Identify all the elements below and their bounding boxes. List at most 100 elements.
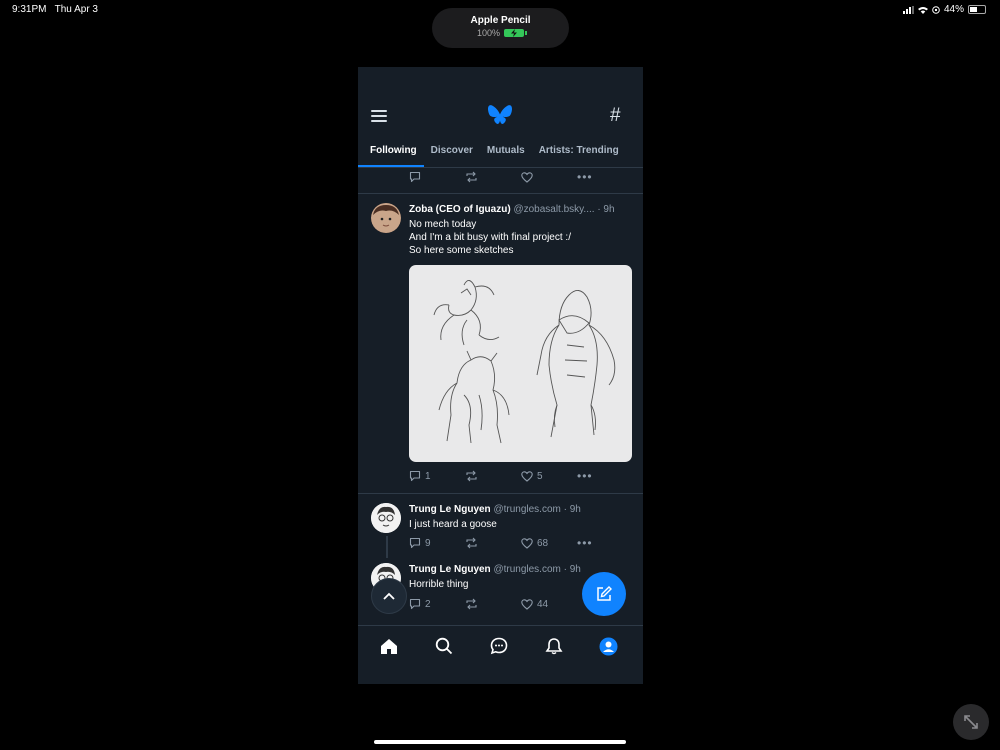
menu-icon[interactable] [371,110,387,123]
battery-icon [968,5,986,14]
bell-icon [545,638,563,655]
reply-icon [409,537,421,549]
thread-line [386,536,388,558]
repost-icon [466,470,477,482]
post-header: Trung Le Nguyen @trungles.com · 9h [409,564,581,575]
repost-icon [466,537,477,549]
prev-post-actions: ••• [409,170,599,184]
author-name[interactable]: Trung Le Nguyen [409,564,491,575]
post-text: I just heard a goose [409,518,497,531]
bluesky-app-window: # Following Discover Mutuals Artists: Tr… [358,67,643,684]
status-time: 9:31PM Thu Apr 3 [12,4,98,15]
reply-button[interactable]: 9 [409,537,465,549]
post-text-line: And I'm a bit busy with final project :/ [409,232,571,243]
sketch-drawing [433,280,616,444]
compose-button[interactable] [582,572,626,616]
like-button[interactable] [521,171,577,183]
pencil-name: Apple Pencil [470,15,531,26]
post-header: Zoba (CEO of Iguazu) @zobasalt.bsky.... … [409,204,615,215]
like-count: 5 [537,470,543,482]
repost-button[interactable] [465,470,521,482]
battery-percent: 44% [943,4,964,15]
pencil-battery-notification: Apple Pencil 100% [432,8,569,48]
like-count: 68 [537,537,549,549]
heart-icon [521,598,533,610]
reply-button[interactable]: 2 [409,598,465,610]
compose-icon [597,586,612,601]
repost-button[interactable] [465,537,521,549]
tab-mutuals[interactable]: Mutuals [480,143,532,167]
orientation-lock-icon [932,5,940,14]
author-handle[interactable]: @trungles.com [493,564,560,575]
author-handle[interactable]: @trungles.com [493,504,560,515]
post-divider [358,193,643,194]
tab-following[interactable]: Following [358,143,424,167]
hash-icon[interactable]: # [610,105,621,127]
home-icon [381,638,397,654]
avatar[interactable] [371,203,401,233]
more-icon[interactable]: ••• [577,536,593,550]
author-name[interactable]: Trung Le Nguyen [409,504,491,515]
chevron-up-icon [383,592,395,600]
pencil-battery-text: 100% [476,28,501,38]
post-time: · 9h [563,504,581,515]
nav-chat[interactable] [489,636,509,656]
avatar[interactable] [371,503,401,533]
feed-tabs: Following Discover Mutuals Artists: Tren… [358,143,643,167]
repost-button[interactable] [465,598,521,610]
tabs-divider [358,167,643,168]
nav-search[interactable] [434,636,454,656]
expand-icon [964,715,978,729]
bottom-nav [358,625,643,666]
tab-discover[interactable]: Discover [424,143,480,167]
reply-icon [409,171,421,183]
chat-icon [490,637,508,655]
status-indicators: 44% [902,4,986,15]
heart-icon [521,537,533,549]
scroll-to-top-button[interactable] [371,578,407,614]
more-icon[interactable]: ••• [577,469,593,483]
post-text: No mech today And I'm a bit busy with fi… [409,218,571,257]
heart-icon [521,470,533,482]
like-button[interactable]: 44 [521,599,577,610]
heart-icon [521,171,533,183]
expand-window-button[interactable] [953,704,989,740]
reply-button[interactable]: 1 [409,470,465,482]
profile-icon [599,637,617,655]
post-text-line: So here some sketches [409,245,514,256]
repost-button[interactable] [465,171,521,183]
like-button[interactable]: 68 [521,538,577,549]
post-time: · 9h [563,564,581,575]
like-button[interactable]: 5 [521,471,577,482]
reply-count: 2 [425,598,431,610]
post-image-sketches[interactable] [409,265,632,462]
nav-profile[interactable] [598,636,618,656]
reply-icon [409,598,421,610]
tab-artists-trending[interactable]: Artists: Trending [532,143,626,167]
post-divider [358,493,643,494]
top-bar: # Following Discover Mutuals Artists: Tr… [358,67,643,167]
reply-count: 9 [425,537,431,549]
like-count: 44 [537,598,549,610]
nav-home[interactable] [379,636,399,656]
author-handle[interactable]: @zobasalt.bsky.... [513,204,594,215]
post-text-line: Horrible thing [409,579,469,590]
charging-battery-icon [504,29,528,37]
post-text-line: No mech today [409,219,477,230]
butterfly-logo-icon[interactable] [488,105,512,127]
status-clock: 9:31PM [12,4,47,15]
nav-notifications[interactable] [544,636,564,656]
post-time: · 9h [597,204,615,215]
author-name[interactable]: Zoba (CEO of Iguazu) [409,204,511,215]
post-actions: 2 44 [409,597,599,611]
reply-count: 1 [425,470,431,482]
cellular-signal-icon [902,5,914,14]
post-text-line: I just heard a goose [409,519,497,530]
post-header: Trung Le Nguyen @trungles.com · 9h [409,504,581,515]
status-date: Thu Apr 3 [54,4,98,15]
repost-icon [466,598,477,610]
home-indicator[interactable] [374,740,626,744]
more-icon[interactable]: ••• [577,170,593,184]
reply-button[interactable] [409,171,465,183]
wifi-icon [917,6,928,14]
